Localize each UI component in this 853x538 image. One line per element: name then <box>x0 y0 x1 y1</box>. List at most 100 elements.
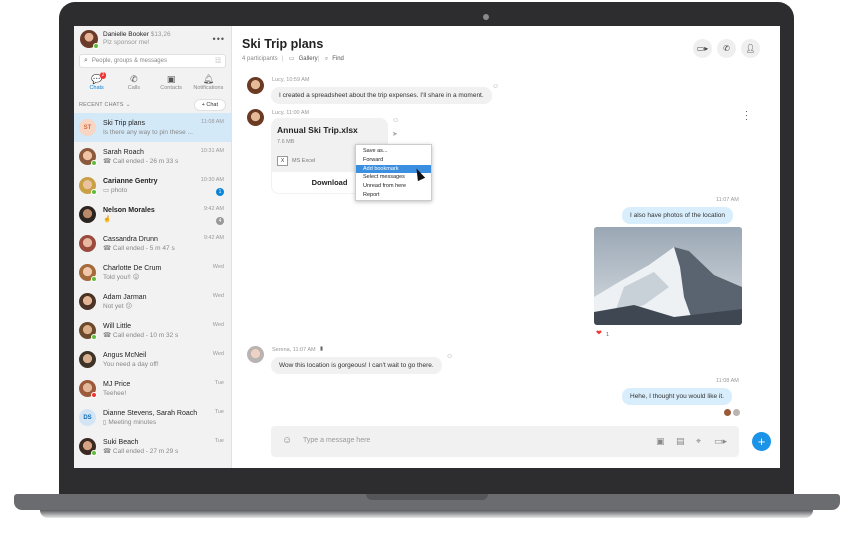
participants-link[interactable]: 4 participants <box>242 56 278 62</box>
tab-notifications[interactable]: 🔔︎ Notifications <box>192 74 224 91</box>
phone-icon: ✆ <box>723 44 730 53</box>
gallery-link[interactable]: Gallery <box>299 56 318 62</box>
add-reaction-icon[interactable]: ☺ <box>392 117 399 124</box>
avatar <box>79 206 96 223</box>
search-placeholder: People, groups & messages <box>91 58 167 64</box>
find-link[interactable]: Find <box>332 56 344 62</box>
call-ended-icon: ☎︎ <box>103 157 113 165</box>
search-input[interactable]: ⌕ People, groups & messages ⁞⁞⁞ <box>79 54 226 68</box>
list-item[interactable]: Charlotte De Crum Told you!! 😛 Wed <box>74 258 231 287</box>
bell-icon: 🔔︎ <box>202 74 215 84</box>
recent-chats-label[interactable]: RECENT CHATS <box>79 102 124 108</box>
add-reaction-icon[interactable]: ☺ <box>446 353 453 360</box>
unread-badge: 1 <box>216 188 224 196</box>
add-content-button[interactable]: + <box>752 432 771 451</box>
avatar <box>79 322 97 340</box>
chevron-down-icon[interactable]: ⌄ <box>126 102 131 108</box>
bookmark-icon: ▮ <box>320 346 324 352</box>
list-item[interactable]: Angus McNeil You need a day off! Wed <box>74 345 231 374</box>
recent-chats-header: RECENT CHATS ⌄ + Chat <box>74 97 231 113</box>
list-item[interactable]: Sarah Roach ☎︎ Call ended - 26 m 33 s 10:… <box>74 142 231 171</box>
skype-window: Danielle Booker $13,26 Plz sponsor me! •… <box>74 26 780 468</box>
profile-balance: $13,26 <box>150 31 171 38</box>
read-receipt-avatar <box>733 409 740 416</box>
search-icon: ⌕ <box>324 56 329 62</box>
laptop-frame: Danielle Booker $13,26 Plz sponsor me! •… <box>0 0 853 538</box>
file-size: 7.6 MB <box>277 139 295 145</box>
forward-icon[interactable]: ➤ <box>392 130 398 138</box>
call-ended-icon: ☎︎ <box>103 447 113 455</box>
list-item[interactable]: ST Ski Trip plans Is there any way to pin… <box>74 113 231 142</box>
avatar <box>79 380 97 398</box>
avatar <box>79 177 97 195</box>
list-item[interactable]: Adam Jarman Not yet 😕 Wed <box>74 287 231 316</box>
message-meta: Lucy, 10:59 AM <box>272 77 310 83</box>
list-item[interactable]: Cassandra Drunn ☎︎ Call ended - 5 m 47 s … <box>74 229 231 258</box>
money-icon[interactable]: ▤ <box>676 436 685 447</box>
list-item[interactable]: DS Dianne Stevens, Sarah Roach ▯ Meeting … <box>74 403 231 432</box>
gallery-icon[interactable]: ▣ <box>656 436 665 447</box>
location-icon[interactable]: ⌖ <box>696 436 701 447</box>
webcam <box>483 14 489 20</box>
add-person-icon: 👤︎ <box>745 44 756 53</box>
image-icon: ▭ <box>103 186 111 194</box>
message-bubble[interactable]: Wow this location is gorgeous! I can't w… <box>271 357 442 374</box>
message-time: 11:08 AM <box>716 378 739 384</box>
video-call-button[interactable]: ▭▸ <box>693 39 712 58</box>
avatar <box>79 264 97 282</box>
message-bubble[interactable]: Hehe, I thought you would like it. <box>622 388 732 405</box>
avatar: ST <box>79 119 96 136</box>
avatar <box>79 235 96 252</box>
list-item[interactable]: Nelson Morales 🤞 9:42 AM 4 <box>74 200 231 229</box>
avatar <box>79 351 96 368</box>
tab-calls[interactable]: ✆ Calls <box>118 74 150 91</box>
tab-contacts[interactable]: ▣ Contacts <box>155 74 187 91</box>
message-composer[interactable]: ☺ Type a message here ▣ ▤ ⌖ ▭▸ <box>271 426 739 457</box>
menu-item-forward[interactable]: Forward <box>356 156 431 165</box>
laptop-notch <box>366 494 488 500</box>
message-options-icon[interactable]: · · · <box>745 107 748 124</box>
add-participant-button[interactable]: 👤︎ <box>741 39 760 58</box>
excel-icon: X <box>277 156 288 166</box>
profile-header[interactable]: Danielle Booker $13,26 Plz sponsor me! •… <box>74 26 231 52</box>
mountain-image <box>594 227 742 325</box>
read-receipt-avatar <box>724 409 731 416</box>
tab-chats[interactable]: 💬 2 Chats <box>81 72 113 91</box>
phone-icon: ✆ <box>130 74 138 84</box>
heart-icon[interactable]: ❤ <box>596 329 602 337</box>
emoji-icon[interactable]: ☺ <box>282 435 292 446</box>
chats-badge: 2 <box>99 72 107 79</box>
avatar[interactable] <box>247 346 264 363</box>
page-title[interactable]: Ski Trip plans <box>242 37 323 51</box>
dialpad-icon[interactable]: ⁞⁞⁞ <box>215 58 221 65</box>
message-input[interactable]: Type a message here <box>303 437 370 444</box>
video-message-icon[interactable]: ▭▸ <box>714 436 727 447</box>
new-chat-button[interactable]: + Chat <box>193 99 226 111</box>
message-bubble[interactable]: I also have photos of the location <box>622 207 734 224</box>
avatar[interactable] <box>247 109 264 126</box>
more-options-icon[interactable]: ••• <box>213 34 225 44</box>
menu-item-report[interactable]: Report <box>356 191 431 200</box>
audio-call-button[interactable]: ✆ <box>717 39 736 58</box>
list-item[interactable]: MJ Price Teehee! Tue <box>74 374 231 403</box>
chat-list: ST Ski Trip plans Is there any way to pin… <box>74 113 231 468</box>
profile-name: Danielle Booker <box>103 31 149 38</box>
list-item[interactable]: Carianne Gentry ▭ photo 10:30 AM 1 <box>74 171 231 200</box>
menu-item-unread-from-here[interactable]: Unread from here <box>356 182 431 191</box>
avatar <box>79 438 97 456</box>
message-meta: Lucy, 11:00 AM <box>272 110 310 116</box>
add-reaction-icon[interactable]: ☺ <box>492 83 499 90</box>
list-item[interactable]: Suki Beach ☎︎ Call ended - 27 m 29 s Tue <box>74 432 231 461</box>
avatar[interactable] <box>247 77 264 94</box>
avatar: DS <box>79 409 96 426</box>
message-bubble[interactable]: I created a spreadsheet about the trip e… <box>271 87 492 104</box>
list-item[interactable]: Will Little ☎︎ Call ended - 10 m 32 s Wed <box>74 316 231 345</box>
call-ended-icon: ☎︎ <box>103 331 113 339</box>
avatar[interactable] <box>80 30 99 49</box>
shared-photo[interactable] <box>594 227 742 325</box>
sidebar: Danielle Booker $13,26 Plz sponsor me! •… <box>74 26 232 468</box>
avatar <box>79 293 96 310</box>
conversation-meta: 4 participants | ▭ Gallery| ⌕ Find <box>242 56 344 62</box>
menu-item-save-as[interactable]: Save as... <box>356 147 431 156</box>
contacts-icon: ▣ <box>166 74 176 84</box>
